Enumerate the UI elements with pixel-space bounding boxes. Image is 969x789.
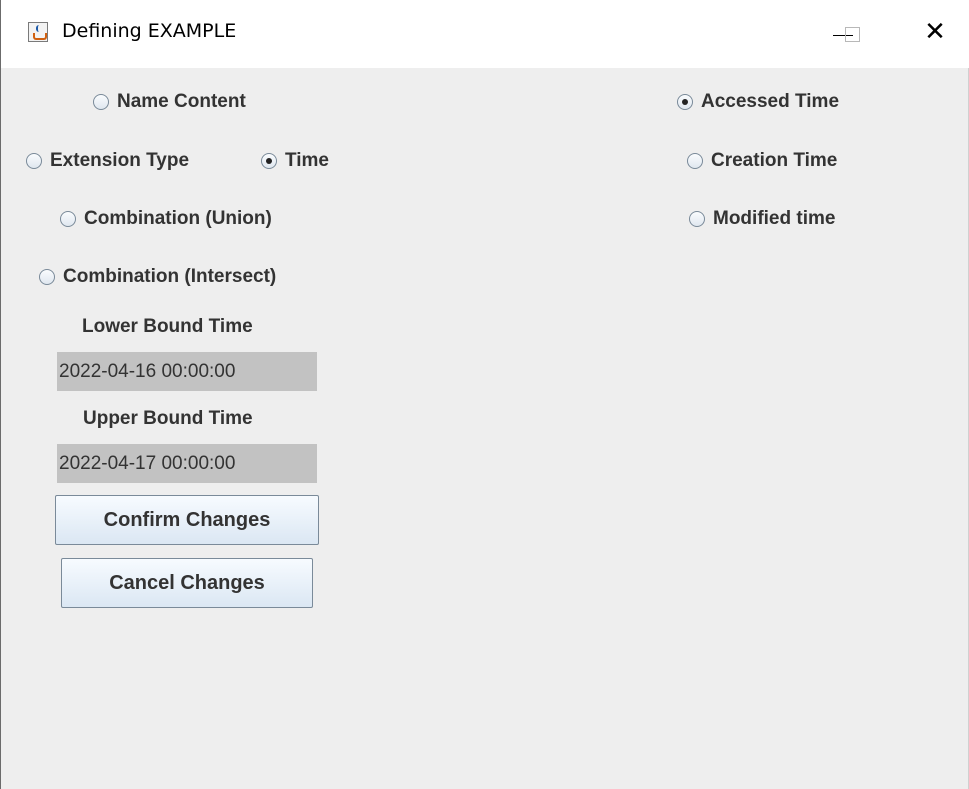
radio-label: Extension Type	[50, 150, 190, 171]
radio-circle	[689, 211, 705, 227]
lower-bound-field[interactable]: 2022-04-16 00:00:00	[57, 352, 317, 391]
close-button[interactable]: ✕	[912, 10, 958, 54]
radio-label: Combination (Union)	[84, 208, 272, 229]
confirm-changes-button[interactable]: Confirm Changes	[55, 495, 319, 545]
radio-label: Accessed Time	[701, 91, 840, 112]
radio-combination-intersect[interactable]: Combination (Intersect)	[39, 265, 276, 289]
radio-circle-selected	[677, 94, 693, 110]
radio-circle	[39, 269, 55, 285]
maximize-icon	[845, 27, 860, 42]
radio-label: Time	[285, 150, 330, 171]
radio-label: Name Content	[117, 91, 246, 112]
radio-modified-time[interactable]: Modified time	[689, 207, 835, 231]
radio-extension-type[interactable]: Extension Type	[26, 149, 189, 173]
maximize-button[interactable]	[818, 10, 864, 54]
window-title: Defining EXAMPLE	[62, 20, 237, 42]
title-bar: Defining EXAMPLE ✕	[1, 0, 969, 68]
upper-bound-field[interactable]: 2022-04-17 00:00:00	[57, 444, 317, 483]
lower-bound-label: Lower Bound Time	[82, 316, 253, 337]
radio-circle	[93, 94, 109, 110]
radio-name-content[interactable]: Name Content	[93, 90, 246, 114]
close-icon: ✕	[924, 17, 946, 47]
radio-accessed-time[interactable]: Accessed Time	[677, 90, 839, 114]
radio-combination-union[interactable]: Combination (Union)	[60, 207, 272, 231]
radio-circle	[60, 211, 76, 227]
radio-label: Modified time	[713, 208, 836, 229]
cancel-changes-button[interactable]: Cancel Changes	[61, 558, 313, 608]
java-icon	[28, 22, 48, 42]
app-window: Defining EXAMPLE ✕ Name Content Extensio…	[0, 0, 969, 789]
radio-time[interactable]: Time	[261, 149, 329, 173]
radio-circle-selected	[261, 153, 277, 169]
radio-label: Creation Time	[711, 150, 838, 171]
radio-creation-time[interactable]: Creation Time	[687, 149, 837, 173]
radio-label: Combination (Intersect)	[63, 266, 277, 287]
upper-bound-label: Upper Bound Time	[83, 408, 253, 429]
radio-circle	[687, 153, 703, 169]
radio-circle	[26, 153, 42, 169]
